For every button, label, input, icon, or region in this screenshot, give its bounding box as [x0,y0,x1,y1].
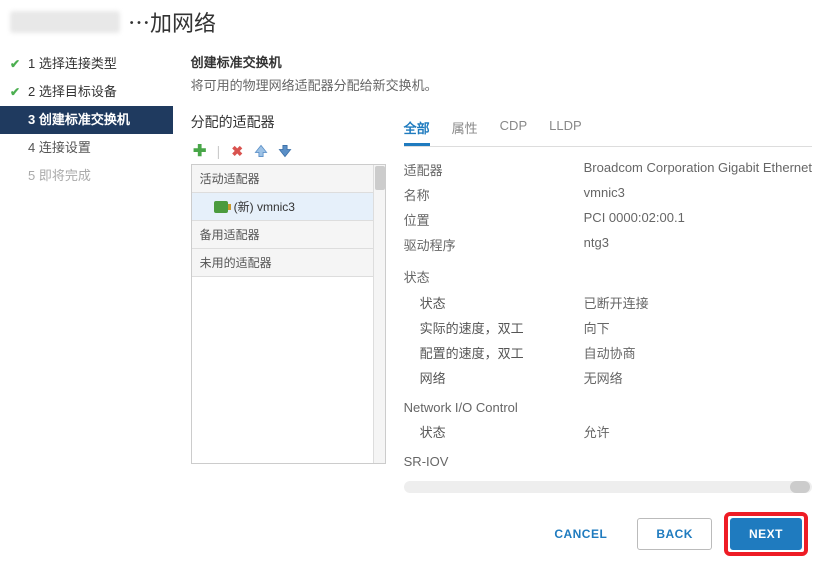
detail-label-network: 网络 [404,368,584,387]
unused-adapters-group[interactable]: 未用的适配器 [192,249,385,277]
detail-label-adapter: 适配器 [404,160,584,179]
title-text: ⋯加网络 [128,6,216,38]
section-nioc: Network I/O Control [404,400,812,415]
move-down-icon[interactable] [276,142,294,160]
section-status: 状态 [404,267,812,286]
detail-val-nioc-status: 允许 [584,422,812,441]
next-button[interactable]: NEXT [730,518,802,550]
detail-val-name: vmnic3 [584,185,812,204]
adapter-list: 活动适配器 (新) vmnic3 备用适配器 未用的适配器 [191,164,386,464]
detail-label-sriov-status: 状态 [404,476,584,477]
active-adapters-group[interactable]: 活动适配器 [192,165,385,193]
detail-label-nioc-status: 状态 [404,422,584,441]
detail-val-conf-speed: 自动协商 [584,343,812,362]
cancel-button[interactable]: CANCEL [536,519,625,549]
tab-properties[interactable]: 属性 [452,112,478,146]
detail-label-conf-speed: 配置的速度，双工 [404,343,584,362]
adapter-list-scrollbar[interactable] [373,165,385,463]
assigned-adapters-header: 分配的适配器 [191,112,386,132]
page-description: 将可用的物理网络适配器分配给新交换机。 [191,75,812,94]
blurred-hostname [10,11,120,33]
page-subtitle: 创建标准交换机 [191,52,812,71]
remove-icon[interactable]: ✖ [228,142,246,160]
step-2-target-device[interactable]: 2 选择目标设备 [0,78,173,106]
detail-label-actual-speed: 实际的速度，双工 [404,318,584,337]
add-icon[interactable]: ✚ [191,142,209,160]
back-button[interactable]: BACK [637,518,712,550]
step-3-create-switch[interactable]: 3 创建标准交换机 [0,106,173,134]
tab-cdp[interactable]: CDP [500,112,527,146]
wizard-steps-sidebar: 1 选择连接类型 2 选择目标设备 3 创建标准交换机 4 连接设置 5 即将完… [0,44,173,494]
detail-label-driver: 驱动程序 [404,235,584,254]
detail-label-location: 位置 [404,210,584,229]
step-4-connection-settings: 4 连接设置 [0,134,173,162]
details-h-scrollbar[interactable] [404,481,812,493]
step-1-connection-type[interactable]: 1 选择连接类型 [0,50,173,78]
detail-label-name: 名称 [404,185,584,204]
standby-adapters-group[interactable]: 备用适配器 [192,221,385,249]
adapter-toolbar: ✚ | ✖ [191,142,386,160]
adapter-item-label: (新) vmnic3 [234,198,295,215]
tab-all[interactable]: 全部 [404,112,430,146]
toolbar-separator: | [217,143,221,159]
adapter-item-vmnic3[interactable]: (新) vmnic3 [192,193,385,221]
detail-label-status: 状态 [404,293,584,312]
dialog-footer: CANCEL BACK NEXT [536,512,808,556]
detail-val-adapter: Broadcom Corporation Gigabit Ethernet [584,160,812,179]
detail-val-sriov-status: 不受支持 [584,476,812,477]
next-button-highlight: NEXT [724,512,808,556]
detail-val-network: 无网络 [584,368,812,387]
adapter-details: 适配器Broadcom Corporation Gigabit Ethernet… [404,157,812,477]
move-up-icon[interactable] [252,142,270,160]
step-5-ready-complete: 5 即将完成 [0,162,173,190]
detail-val-actual-speed: 向下 [584,318,812,337]
detail-val-status: 已断开连接 [584,293,812,312]
detail-val-driver: ntg3 [584,235,812,254]
section-sriov: SR-IOV [404,454,812,469]
nic-icon [214,201,228,213]
tab-lldp[interactable]: LLDP [549,112,582,146]
dialog-title: ⋯加网络 [0,0,830,44]
detail-val-location: PCI 0000:02:00.1 [584,210,812,229]
detail-tabs: 全部 属性 CDP LLDP [404,112,812,147]
